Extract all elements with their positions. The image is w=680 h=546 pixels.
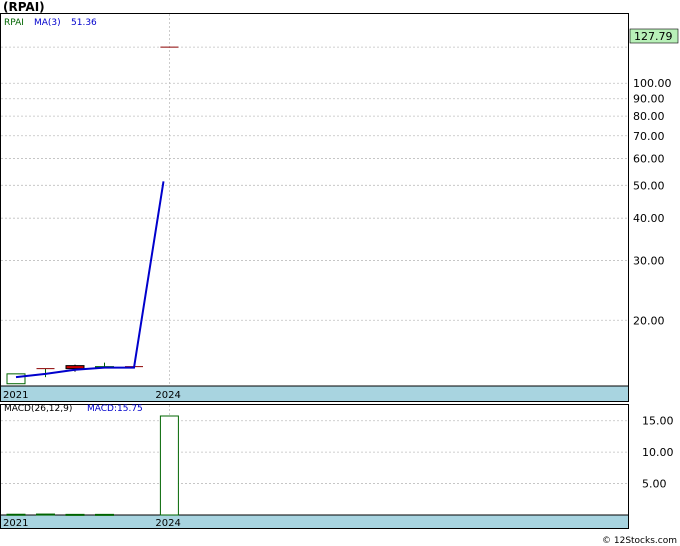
macd-panel-frame: [0, 404, 629, 529]
price-y-tick-label: 60.00: [633, 152, 665, 165]
macd-bar: [6, 513, 26, 516]
macd-x-tick-label: 2024: [155, 518, 180, 529]
candle-body: [65, 365, 85, 370]
ticker-label: RPAI: [4, 18, 24, 28]
price-x-tick-label: 2021: [3, 390, 28, 401]
ma-label: MA(3): [34, 18, 61, 28]
macd-date-band: [1, 515, 628, 528]
price-y-tick-label: 70.00: [633, 130, 665, 143]
chart-title: (RPAI): [3, 0, 45, 14]
price-y-tick-label: 50.00: [633, 179, 665, 192]
last-price-value: 127.79: [634, 30, 673, 43]
price-y-tick-label: 90.00: [633, 93, 665, 106]
candle-body: [6, 373, 26, 385]
price-y-tick-label: 30.00: [633, 255, 665, 268]
macd-params-label: MACD(26,12,9): [4, 404, 72, 414]
price-date-band: [1, 386, 628, 401]
price-panel-frame: [0, 13, 629, 402]
macd-x-tick-label: 2021: [3, 518, 28, 529]
price-y-tick-label: 20.00: [633, 314, 665, 327]
macd-bar: [65, 513, 85, 516]
macd-bar: [36, 513, 55, 516]
macd-bar: [159, 415, 179, 516]
price-y-tick-label: 40.00: [633, 212, 665, 225]
copyright: © 12Stocks.com: [602, 536, 677, 546]
macd-value-label: MACD:15.75: [87, 404, 143, 414]
ma-value: 51.36: [71, 18, 97, 28]
stock-chart: 20.00 30.00 40.00 50.00 60.00 70.00 80.00 90.00…: [0, 0, 679, 546]
macd-y-tick-label: 5.00: [642, 478, 667, 491]
macd-y-tick-label: 15.00: [642, 415, 674, 428]
price-y-tick-label: 80.00: [633, 110, 665, 123]
macd-bar: [95, 513, 114, 516]
macd-y-tick-label: 10.00: [642, 446, 674, 459]
price-x-tick-label: 2024: [155, 390, 180, 401]
price-y-tick-label: 100.00: [633, 77, 672, 90]
